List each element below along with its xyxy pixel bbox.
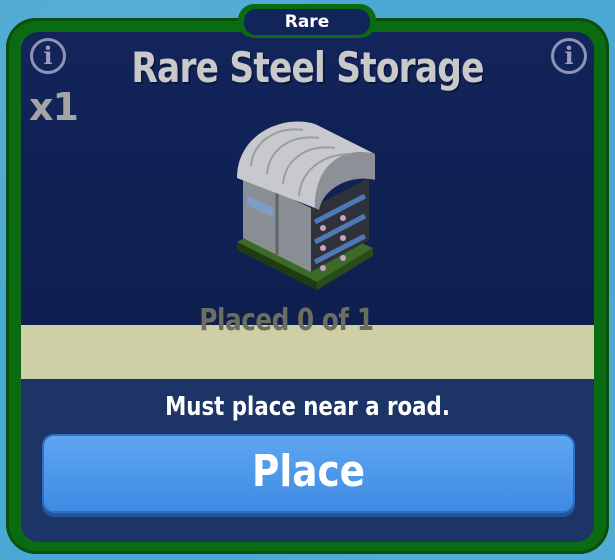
placement-hint: Must place near a road. [165,392,450,422]
rarity-label: Rare [244,9,370,35]
steel-storage-building-icon [237,121,375,290]
placed-status: Placed 0 of 1 [199,303,374,338]
place-button-label: Place [251,446,365,497]
item-title: Rare Steel Storage [131,43,484,92]
place-button[interactable]: Place [42,434,575,513]
